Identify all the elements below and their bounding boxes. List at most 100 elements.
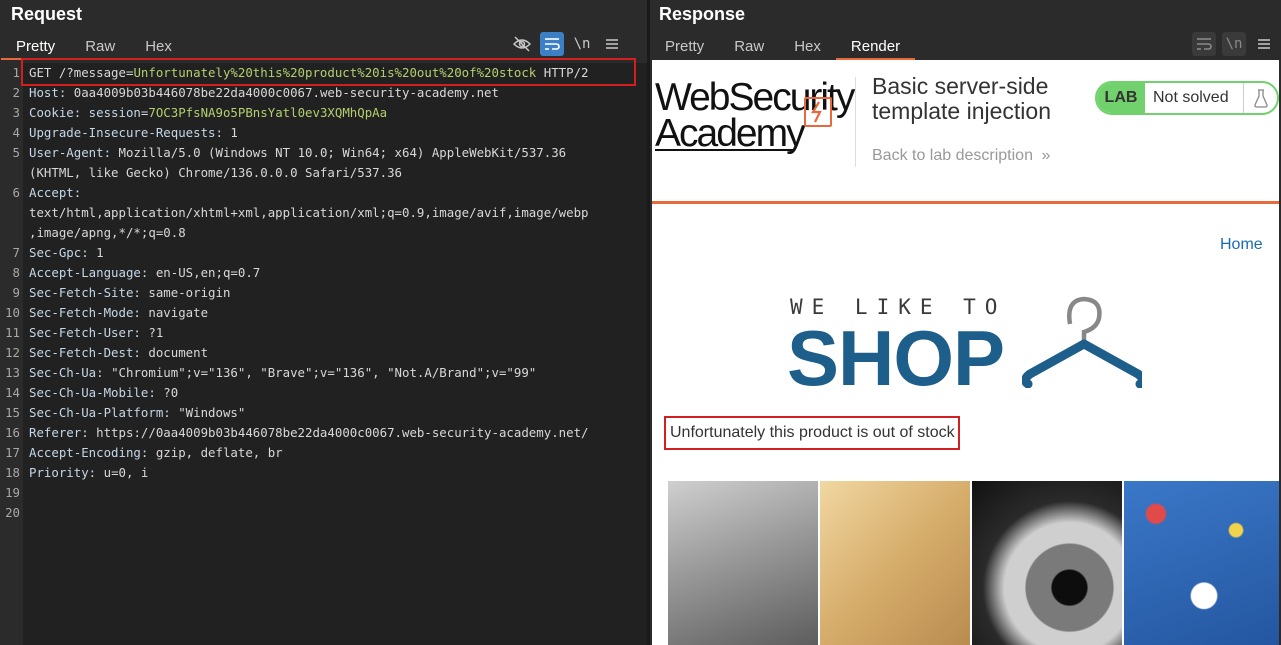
header-separator bbox=[855, 77, 856, 167]
code-line[interactable]: 18 Priority: u=0, i bbox=[0, 463, 647, 483]
line-number: 14 bbox=[5, 385, 20, 400]
line-number: 6 bbox=[12, 185, 20, 200]
code-token: document bbox=[148, 345, 209, 360]
code-line[interactable]: 9 Sec-Fetch-Site: same-origin bbox=[0, 283, 647, 303]
code-token: same-origin bbox=[148, 285, 231, 300]
line-text: Sec-Fetch-Mode: navigate bbox=[29, 303, 208, 323]
code-token: ?1 bbox=[148, 325, 164, 340]
line-text: Accept-Encoding: gzip, deflate, br bbox=[29, 443, 283, 463]
code-line[interactable]: 10 Sec-Fetch-Mode: navigate bbox=[0, 303, 647, 323]
code-line[interactable]: 16 Referer: https://0aa4009b03b446078be22… bbox=[0, 423, 647, 443]
line-text: User-Agent: Mozilla/5.0 (Windows NT 10.0… bbox=[29, 143, 566, 163]
wrap-icon[interactable] bbox=[1192, 32, 1216, 56]
line-text: Sec-Fetch-User: ?1 bbox=[29, 323, 163, 343]
request-editor[interactable]: 1 GET /?message=Unfortunately%20this%20pr… bbox=[0, 58, 647, 645]
tab-pretty[interactable]: Pretty bbox=[650, 34, 719, 60]
tab-raw[interactable]: Raw bbox=[719, 34, 779, 60]
code-line[interactable]: 3 Cookie: session=7OC3PfsNA9o5PBnsYatl0ev… bbox=[0, 103, 647, 123]
code-token: 7OC3PfsNA9o5PBnsYatl0ev3XQMhQpAa bbox=[148, 105, 388, 120]
eye-slash-icon[interactable] bbox=[510, 32, 534, 56]
code-token: Sec-Fetch-User: bbox=[29, 325, 149, 340]
tab-hex[interactable]: Hex bbox=[130, 34, 187, 60]
product-image-2[interactable] bbox=[820, 481, 970, 645]
line-text: Sec-Fetch-Site: same-origin bbox=[29, 283, 230, 303]
line-text: ,image/apng,*/*;q=0.8 bbox=[29, 223, 186, 243]
response-title: Response bbox=[659, 4, 746, 24]
menu-icon[interactable] bbox=[600, 32, 624, 56]
product-gallery bbox=[668, 481, 1279, 645]
code-line[interactable]: 2 Host: 0aa4009b03b446078be22da4000c0067.… bbox=[0, 83, 647, 103]
line-number: 5 bbox=[12, 145, 20, 160]
code-token: gzip, deflate, br bbox=[155, 445, 283, 460]
tab-hex[interactable]: Hex bbox=[779, 34, 836, 60]
code-line[interactable]: 13 Sec-Ch-Ua: "Chromium";v="136", "Brave"… bbox=[0, 363, 647, 383]
code-token: 1 bbox=[96, 245, 104, 260]
code-line[interactable]: 6 Accept: bbox=[0, 183, 647, 203]
highlight-box-request-line bbox=[21, 58, 636, 86]
code-line[interactable]: 17 Accept-Encoding: gzip, deflate, br bbox=[0, 443, 647, 463]
request-toolbar: \n bbox=[510, 32, 624, 56]
code-token: "Chromium";v="136", "Brave";v="136", "No… bbox=[111, 365, 537, 380]
header-rule bbox=[652, 201, 1279, 204]
code-line[interactable]: ,image/apng,*/*;q=0.8 bbox=[0, 223, 647, 243]
home-link[interactable]: Home bbox=[1220, 236, 1263, 254]
product-image-1[interactable] bbox=[668, 481, 818, 645]
code-line[interactable]: (KHTML, like Gecko) Chrome/136.0.0.0 Saf… bbox=[0, 163, 647, 183]
code-token: ?0 bbox=[163, 385, 179, 400]
tab-pretty[interactable]: Pretty bbox=[1, 34, 71, 60]
out-of-stock-message: Unfortunately this product is out of sto… bbox=[664, 416, 960, 450]
request-code[interactable]: 1 GET /?message=Unfortunately%20this%20pr… bbox=[0, 63, 647, 523]
lab-title: Basic server-side template injection bbox=[872, 73, 1051, 124]
code-token: Sec-Fetch-Mode: bbox=[29, 305, 149, 320]
code-line[interactable]: 7 Sec-Gpc: 1 bbox=[0, 243, 647, 263]
line-number: 15 bbox=[5, 405, 20, 420]
line-text: text/html,application/xhtml+xml,applicat… bbox=[29, 203, 589, 223]
newline-toggle[interactable]: \n bbox=[1222, 32, 1246, 56]
tab-render[interactable]: Render bbox=[835, 34, 916, 60]
code-line[interactable]: 14 Sec-Ch-Ua-Mobile: ?0 bbox=[0, 383, 647, 403]
code-token: en-US,en;q=0.7 bbox=[155, 265, 261, 280]
code-token: https://0aa4009b03b446078be22da4000c0067… bbox=[96, 425, 589, 440]
back-to-lab-link[interactable]: Back to lab description » bbox=[872, 147, 1050, 165]
code-line[interactable]: 5 User-Agent: Mozilla/5.0 (Windows NT 10.… bbox=[0, 143, 647, 163]
line-text: Sec-Ch-Ua: "Chromium";v="136", "Brave";v… bbox=[29, 363, 536, 383]
line-text: Sec-Ch-Ua-Platform: "Windows" bbox=[29, 403, 245, 423]
line-number: 16 bbox=[5, 425, 20, 440]
line-text: Sec-Gpc: 1 bbox=[29, 243, 104, 263]
line-number: 2 bbox=[12, 85, 20, 100]
line-text: Sec-Ch-Ua-Mobile: ?0 bbox=[29, 383, 178, 403]
code-token: Sec-Ch-Ua-Platform: bbox=[29, 405, 179, 420]
code-line[interactable]: text/html,application/xhtml+xml,applicat… bbox=[0, 203, 647, 223]
code-token: ,image/apng,*/*;q=0.8 bbox=[29, 225, 186, 240]
code-line[interactable]: 11 Sec-Fetch-User: ?1 bbox=[0, 323, 647, 343]
lab-status-badge: LAB Not solved bbox=[1095, 81, 1279, 115]
code-token: User-Agent: bbox=[29, 145, 119, 160]
code-line[interactable]: 8 Accept-Language: en-US,en;q=0.7 bbox=[0, 263, 647, 283]
line-number: 7 bbox=[12, 245, 20, 260]
product-image-4[interactable] bbox=[1124, 481, 1279, 645]
code-line[interactable]: 20 bbox=[0, 503, 647, 523]
logo-underline bbox=[655, 149, 795, 151]
line-text: Referer: https://0aa4009b03b446078be22da… bbox=[29, 423, 589, 443]
code-token: Sec-Gpc: bbox=[29, 245, 97, 260]
code-token: Cookie: session bbox=[29, 105, 141, 120]
chevron-right-icon: » bbox=[1041, 147, 1051, 164]
code-line[interactable]: 4 Upgrade-Insecure-Requests: 1 bbox=[0, 123, 647, 143]
line-text: Sec-Fetch-Dest: document bbox=[29, 343, 208, 363]
code-line[interactable]: 19 bbox=[0, 483, 647, 503]
code-token: Referer: bbox=[29, 425, 97, 440]
line-number: 1 bbox=[12, 65, 20, 80]
product-image-3[interactable] bbox=[972, 481, 1122, 645]
code-line[interactable]: 15 Sec-Ch-Ua-Platform: "Windows" bbox=[0, 403, 647, 423]
response-toolbar: \n bbox=[1192, 32, 1276, 56]
tab-raw[interactable]: Raw bbox=[70, 34, 130, 60]
line-number: 18 bbox=[5, 465, 20, 480]
newline-toggle[interactable]: \n bbox=[570, 32, 594, 56]
line-number: 13 bbox=[5, 365, 20, 380]
flask-icon bbox=[1243, 83, 1277, 113]
code-line[interactable]: 12 Sec-Fetch-Dest: document bbox=[0, 343, 647, 363]
line-number: 12 bbox=[5, 345, 20, 360]
wrap-icon[interactable] bbox=[540, 32, 564, 56]
menu-icon[interactable] bbox=[1252, 32, 1276, 56]
line-text: Upgrade-Insecure-Requests: 1 bbox=[29, 123, 238, 143]
